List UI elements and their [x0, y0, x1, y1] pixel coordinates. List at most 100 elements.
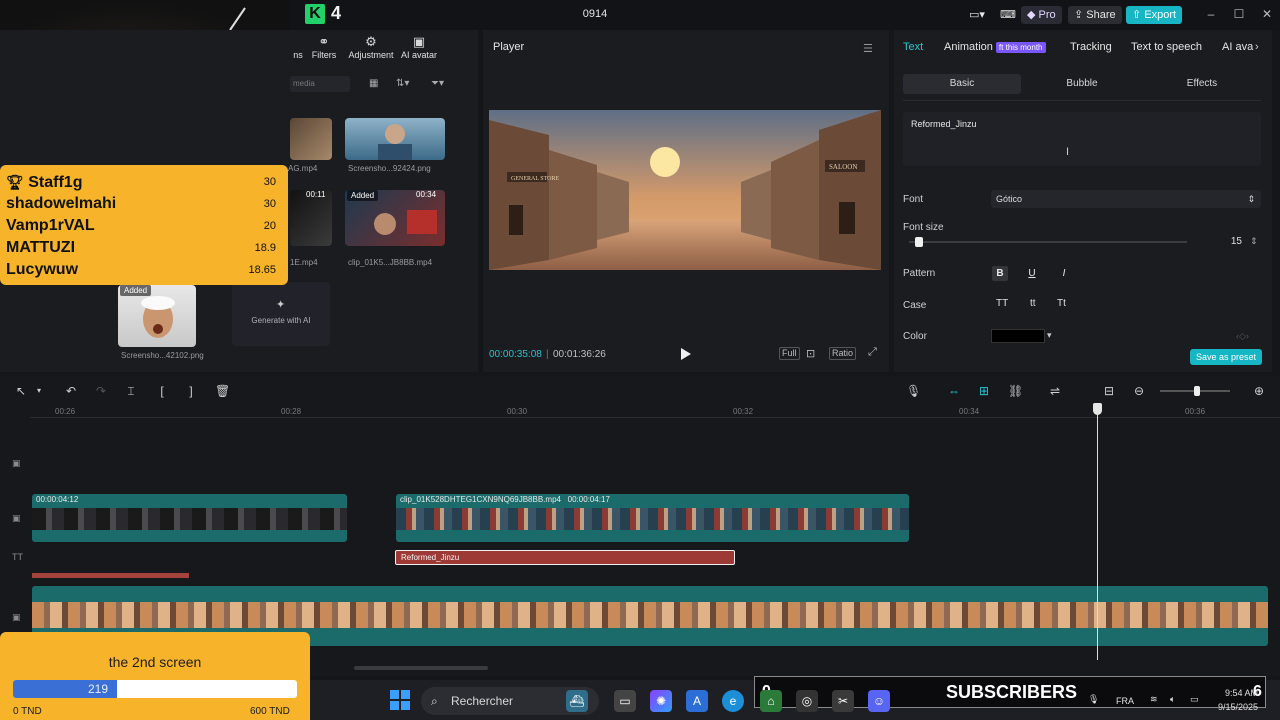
language-indicator[interactable]: FRA [1116, 696, 1134, 706]
copilot-icon[interactable]: ✺ [650, 690, 672, 712]
fullscreen-icon[interactable]: ⤢ [868, 346, 877, 359]
link-icon[interactable]: ⛓︎ [1008, 384, 1023, 398]
font-size-slider[interactable] [909, 241, 1187, 243]
playhead[interactable] [1097, 404, 1098, 660]
chrome-icon[interactable]: ◎ [796, 690, 818, 712]
pro-button[interactable]: ◆ Pro [1021, 6, 1062, 24]
tab-text[interactable]: Text [903, 41, 923, 53]
italic-button[interactable]: I [1056, 266, 1072, 281]
font-size-slider-thumb[interactable] [915, 237, 923, 247]
play-icon[interactable] [678, 347, 692, 361]
grid-view-icon[interactable]: ▦ [369, 78, 378, 89]
fit-icon[interactable]: ⊟ [1102, 384, 1116, 398]
preview-canvas[interactable]: GENERAL STORE SALOON [489, 110, 881, 270]
split-icon[interactable]: ⌶ [124, 384, 138, 398]
subtab-basic[interactable]: Basic [903, 74, 1021, 94]
bold-button[interactable]: B [992, 266, 1008, 281]
app-icon[interactable]: A [686, 690, 708, 712]
screenshot-icon[interactable]: ⊡ [806, 347, 815, 360]
app-logo-icon: K [305, 4, 325, 24]
delete-icon[interactable]: 🗑︎ [215, 384, 230, 398]
volume-icon[interactable]: 🔈︎ [1170, 694, 1175, 705]
preview-axis-icon[interactable]: ⇌ [1048, 384, 1062, 398]
track-text-icon[interactable]: TT [12, 552, 23, 562]
subtab-effects[interactable]: Effects [1143, 74, 1261, 94]
generate-ai-card[interactable]: ✦ Generate with AI [232, 282, 330, 346]
zoom-slider-thumb[interactable] [1194, 386, 1200, 396]
media-thumb-1[interactable] [290, 118, 332, 160]
select-tool-icon[interactable]: ↖ [14, 384, 28, 398]
leader-score: 30 [263, 198, 276, 210]
zoom-in-icon[interactable]: ⊕ [1252, 384, 1266, 398]
task-view-icon[interactable]: ▭ [614, 690, 636, 712]
trim-left-icon[interactable]: [ [155, 384, 169, 398]
maximize-button[interactable]: ☐ [1231, 6, 1247, 22]
tab-tracking[interactable]: Tracking [1070, 41, 1112, 53]
media-thumb-2[interactable] [345, 118, 445, 160]
horizontal-scrollbar[interactable] [354, 666, 488, 670]
text-clip[interactable]: Reformed_Jinzu [395, 550, 735, 565]
trim-right-icon[interactable]: ] [184, 384, 198, 398]
tab-ai-avatar-right[interactable]: AI ava [1222, 41, 1253, 53]
shortcuts-icon[interactable]: ⌨ [994, 6, 1022, 24]
full-button[interactable]: Full [779, 347, 800, 360]
tab-text-to-speech[interactable]: Text to speech [1131, 41, 1202, 53]
color-swatch[interactable] [991, 329, 1045, 343]
video-clip-2[interactable]: clip_01K528DHTEG1CXN9NQ69JB8BB.mp4 00:00… [396, 494, 909, 542]
font-size-value[interactable]: 15 [1212, 236, 1242, 247]
chevron-down-icon[interactable]: ▾ [32, 384, 46, 398]
filter-icon[interactable]: ⏷▾ [431, 78, 444, 89]
clock-time[interactable]: 9:54 AM [1225, 688, 1258, 698]
sort-icon[interactable]: ⇅▾ [396, 78, 409, 89]
clock-date[interactable]: 9/15/2025 [1218, 702, 1258, 712]
minimize-button[interactable]: – [1203, 6, 1219, 22]
keyframe-icon[interactable]: ‹◇› [1236, 331, 1249, 342]
media-item-label-4: clip_01K5...JB8BB.mp4 [348, 258, 433, 267]
capcut-icon[interactable]: ✂ [832, 690, 854, 712]
magnet-icon[interactable]: ⊞ [977, 384, 991, 398]
text-content-input[interactable]: Reformed_Jinzu [903, 112, 1261, 166]
wifi-icon[interactable]: ≋ [1150, 694, 1158, 705]
lowercase-button[interactable]: tt [1030, 298, 1036, 309]
layout-icon[interactable]: ▭▾ [963, 6, 991, 24]
undo-icon[interactable]: ↶ [64, 384, 78, 398]
tab-ai-avatar[interactable]: ▣ AI avatar [391, 34, 447, 60]
battery-icon[interactable]: ▭ [1190, 694, 1199, 705]
tab-animation[interactable]: Animation ft this month [944, 41, 1046, 53]
export-button[interactable]: ⇧ Export [1126, 6, 1183, 24]
playhead-handle[interactable] [1093, 403, 1102, 415]
video-clip-1[interactable]: 00:00:04:12 [32, 494, 347, 542]
redo-icon[interactable]: ↷ [94, 384, 108, 398]
stepper-icon[interactable]: ⇕ [1250, 236, 1258, 247]
font-label: Font [903, 194, 924, 205]
share-button[interactable]: ⇪ Share [1068, 6, 1122, 24]
chevron-right-icon[interactable]: › [1255, 41, 1259, 53]
ratio-button[interactable]: Ratio [829, 347, 857, 360]
uppercase-button[interactable]: TT [996, 298, 1008, 309]
track-video-icon[interactable]: ▣ [12, 458, 21, 469]
track-video-icon[interactable]: ▣ [12, 513, 21, 524]
font-select[interactable]: Gótico ⇕ [991, 190, 1261, 208]
taskbar-app-icon[interactable]: ⌂ [760, 690, 782, 712]
audio-clip-marker[interactable] [32, 573, 189, 578]
discord-icon[interactable]: ☺ [868, 690, 890, 712]
titlecase-button[interactable]: Tt [1057, 298, 1066, 309]
goal-max-label: 600 TND [250, 706, 290, 717]
microphone-icon[interactable]: 🎙︎ [906, 384, 921, 398]
close-button[interactable]: ✕ [1259, 6, 1275, 22]
mic-tray-icon[interactable]: 🎙︎ [1088, 694, 1099, 705]
widget-icon[interactable]: ⛴ [566, 690, 588, 712]
edge-icon[interactable]: e [722, 690, 744, 712]
menu-icon[interactable]: ☰ [863, 42, 873, 55]
zoom-out-icon[interactable]: ⊖ [1132, 384, 1146, 398]
chevron-down-icon[interactable]: ▾ [1047, 330, 1052, 341]
clip-2-name: clip_01K528DHTEG1CXN9NQ69JB8BB.mp4 [400, 495, 561, 504]
leader-score: 20 [263, 220, 276, 232]
media-search-input[interactable]: media [290, 76, 350, 92]
subtab-bubble[interactable]: Bubble [1023, 74, 1141, 94]
save-preset-button[interactable]: Save as preset [1190, 349, 1262, 365]
main-track-link-icon[interactable]: ⇔ [947, 384, 961, 398]
windows-start-icon[interactable] [390, 690, 410, 710]
track-video-icon[interactable]: ▣ [12, 612, 21, 623]
underline-button[interactable]: U [1024, 266, 1040, 281]
